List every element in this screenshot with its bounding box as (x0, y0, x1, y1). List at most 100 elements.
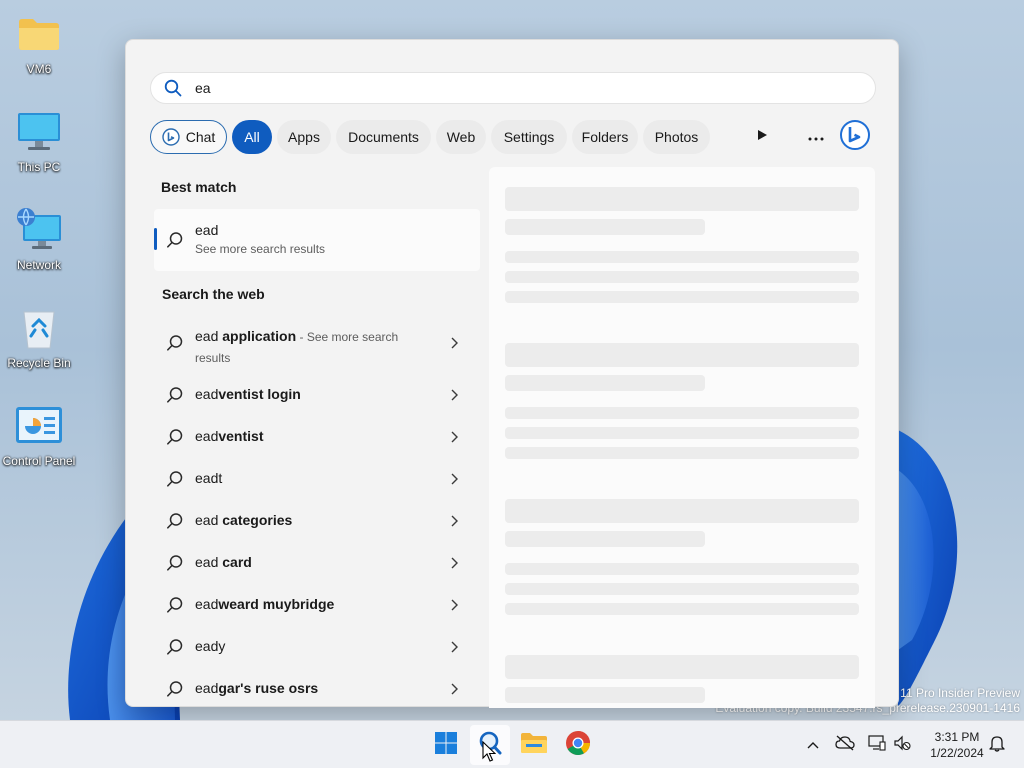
chevron-right-icon[interactable] (450, 388, 458, 406)
desktop-icon-network[interactable]: Network (0, 206, 78, 272)
clock-date: 1/22/2024 (930, 746, 984, 760)
best-match-heading: Best match (161, 179, 237, 195)
chevron-right-icon[interactable] (450, 682, 458, 700)
result-query-prefix: ead (195, 328, 219, 344)
volume-muted-icon (893, 735, 911, 756)
clock-time: 3:31 PM (934, 730, 980, 744)
desktop-icon-control-panel[interactable]: Control Panel (0, 402, 78, 468)
filter-all-button[interactable]: All (232, 120, 272, 154)
chevron-right-icon[interactable] (450, 598, 458, 616)
bing-chat-icon (162, 128, 180, 146)
result-query-prefix: eadt (195, 470, 223, 486)
loading-placeholder (505, 447, 859, 459)
desktop-icon-label: Network (16, 258, 61, 272)
more-dots-icon (808, 128, 824, 146)
bell-icon (989, 734, 1005, 757)
chevron-right-icon[interactable] (450, 336, 458, 354)
search-icon (166, 554, 184, 577)
search-icon (166, 512, 184, 535)
chevron-right-icon[interactable] (450, 556, 458, 574)
clock[interactable]: 3:31 PM 1/22/2024 (918, 729, 996, 761)
search-box[interactable] (150, 72, 876, 104)
notifications-button[interactable] (986, 733, 1008, 757)
filter-chat-label: Chat (185, 129, 216, 145)
bing-button[interactable] (838, 119, 872, 156)
best-match-item[interactable]: ead See more search results (154, 209, 480, 271)
selection-indicator (154, 228, 157, 250)
desktop-icon-this-pc[interactable]: This PC (0, 108, 78, 174)
network-tray-button[interactable] (866, 733, 888, 757)
result-completion: weard muybridge (218, 596, 335, 612)
filter-documents-button[interactable]: Documents (336, 120, 431, 154)
loading-placeholder (505, 655, 859, 679)
loading-placeholder (505, 427, 859, 439)
search-input[interactable] (195, 80, 795, 96)
search-icon (166, 638, 184, 661)
loading-placeholder (505, 291, 859, 303)
search-icon (151, 79, 195, 97)
result-query-prefix: ead (195, 386, 219, 402)
desktop-icon-vm6[interactable]: VM6 (0, 10, 78, 76)
filter-chat-button[interactable]: Chat (150, 120, 227, 154)
file-explorer-button[interactable] (514, 725, 554, 765)
best-match-title: ead (195, 222, 219, 238)
chevron-right-icon[interactable] (450, 430, 458, 448)
ethernet-monitor-icon (868, 734, 886, 756)
result-query-prefix: ead (195, 554, 219, 570)
start-button[interactable] (426, 725, 466, 765)
search-icon (166, 231, 184, 254)
desktop-icon-label: Control Panel (2, 454, 76, 468)
result-completion: application (218, 328, 297, 344)
filter-web-label: Web (446, 129, 476, 145)
result-completion: card (218, 554, 252, 570)
best-match-subtitle: See more search results (195, 242, 326, 256)
filter-web-button[interactable]: Web (436, 120, 486, 154)
loading-placeholder (505, 251, 859, 263)
chevron-right-icon[interactable] (450, 640, 458, 658)
filter-folders-button[interactable]: Folders (572, 120, 638, 154)
loading-placeholder (505, 407, 859, 419)
web-result-text: ead card (195, 552, 435, 572)
loading-placeholder (505, 687, 705, 703)
chevron-right-icon[interactable] (450, 514, 458, 532)
loading-placeholder (505, 583, 859, 595)
loading-placeholder (505, 603, 859, 615)
loading-placeholder (505, 219, 705, 235)
web-result-text: eadventist (195, 426, 435, 446)
file-explorer-icon (520, 731, 548, 760)
windows-logo-icon (434, 731, 458, 760)
bing-icon (839, 119, 871, 156)
web-result-text: ead categories (195, 510, 435, 530)
web-result-text: ead application - See more search result… (195, 326, 435, 368)
filter-documents-label: Documents (348, 129, 419, 145)
more-filters-button[interactable] (745, 120, 779, 154)
watermark-line1: 11 Pro Insider Preview (900, 686, 1020, 700)
options-button[interactable] (799, 120, 833, 154)
filter-settings-button[interactable]: Settings (491, 120, 567, 154)
search-icon (166, 596, 184, 619)
volume-tray-button[interactable] (891, 733, 913, 757)
search-icon (166, 470, 184, 493)
loading-placeholder (505, 271, 859, 283)
result-query-prefix: eady (195, 638, 226, 654)
web-result-text: eadt (195, 468, 435, 488)
folder-icon (15, 10, 63, 58)
filter-photos-button[interactable]: Photos (643, 120, 710, 154)
show-hidden-icons-button[interactable] (803, 733, 823, 757)
filter-all-label: All (244, 129, 260, 145)
search-icon (166, 428, 184, 451)
loading-placeholder (505, 343, 859, 367)
search-icon (166, 386, 184, 409)
result-query-prefix: ead (195, 680, 219, 696)
result-completion: ventist (218, 428, 264, 444)
loading-placeholder (505, 531, 705, 547)
search-icon (166, 680, 184, 703)
recycle-bin-icon (15, 304, 63, 352)
onedrive-tray-button[interactable] (833, 733, 857, 757)
filter-apps-button[interactable]: Apps (277, 120, 331, 154)
chevron-right-icon[interactable] (450, 472, 458, 490)
desktop-icon-recycle-bin[interactable]: Recycle Bin (0, 304, 78, 370)
web-result-text: eadweard muybridge (195, 594, 435, 614)
chrome-button[interactable] (558, 725, 598, 765)
preview-pane (489, 167, 875, 708)
